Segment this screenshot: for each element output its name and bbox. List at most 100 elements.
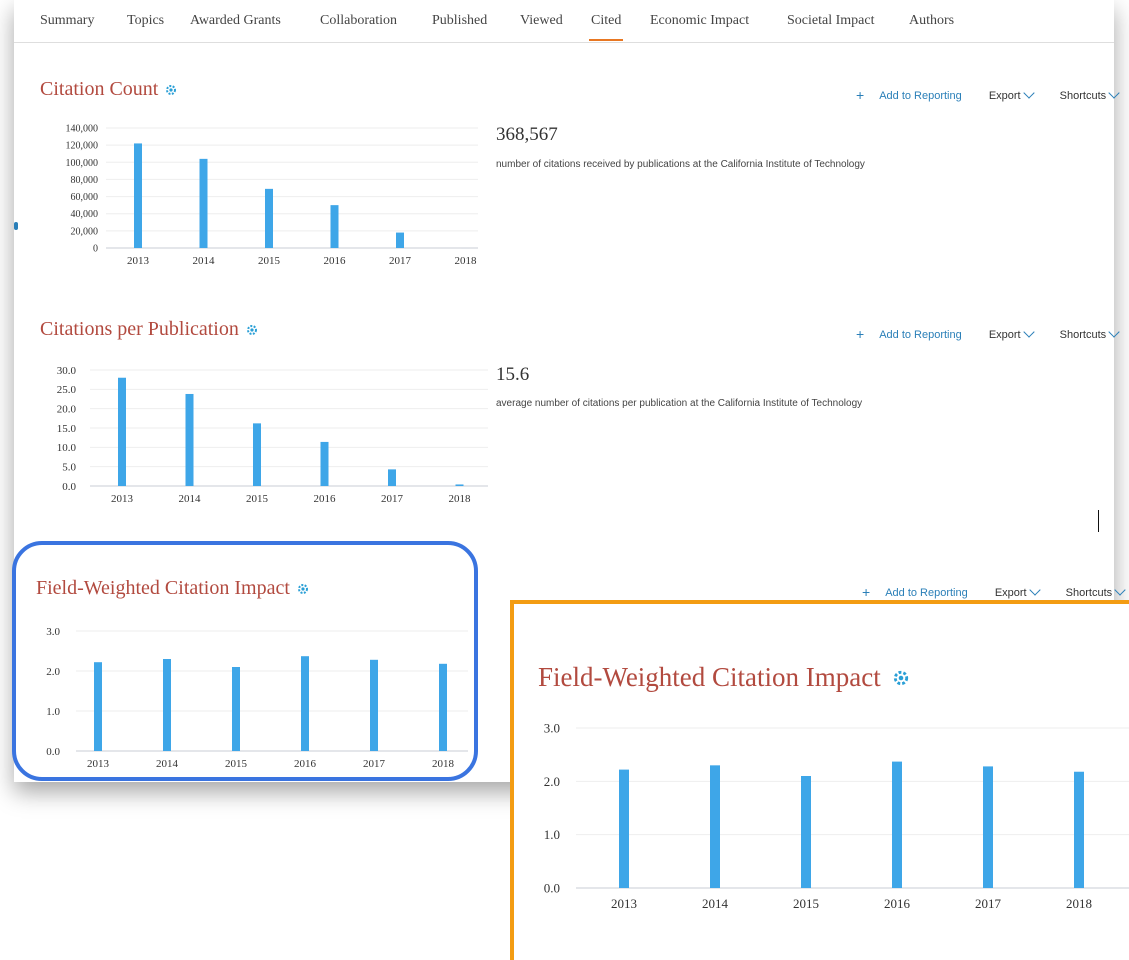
y-tick-label: 140,000 [66,124,99,135]
bar [370,660,378,751]
section-title-text: Field-Weighted Citation Impact [538,662,881,693]
tab-awarded-grants[interactable]: Awarded Grants [190,13,281,29]
tab-published[interactable]: Published [432,13,487,29]
x-tick-label: 2018 [455,255,478,267]
bar [396,233,404,248]
plus-icon: + [856,87,864,103]
tab-topics[interactable]: Topics [127,13,164,29]
bar [301,656,309,751]
bar [134,143,142,248]
export-label: Export [995,587,1027,599]
y-tick-label: 25.0 [57,384,77,396]
y-tick-label: 30.0 [57,365,77,377]
citations-per-publication-value: 15.6 [496,364,529,386]
gear-icon[interactable] [891,668,911,688]
x-tick-label: 2017 [381,493,404,505]
gear-icon[interactable] [245,323,259,337]
chevron-down-icon [1114,584,1125,595]
add-to-reporting-button[interactable]: +Add to Reporting [850,587,968,599]
x-tick-label: 2013 [111,493,134,505]
add-to-reporting-button[interactable]: + Add to Reporting [844,329,962,341]
bar [186,394,194,486]
bar [801,776,811,888]
x-tick-label: 2016 [324,255,347,267]
bar [710,765,720,888]
export-dropdown[interactable]: Export [977,90,1033,102]
plus-icon: + [856,326,864,342]
x-tick-label: 2016 [884,896,911,911]
citations-per-publication-actions: + Add to Reporting Export Shortcuts [832,326,1118,342]
fwci-chart: 0.01.02.03.0201320142015201620172018 [16,617,474,767]
fwci-title: Field-Weighted Citation Impact [36,577,310,600]
y-tick-label: 100,000 [66,158,99,169]
shortcuts-dropdown[interactable]: Shortcuts [1048,329,1118,341]
y-tick-label: 10.0 [57,442,77,454]
bar [619,770,629,888]
bar [439,664,447,751]
citation-count-title: Citation Count [40,78,178,101]
export-label: Export [989,90,1021,102]
tab-cited[interactable]: Cited [591,13,621,29]
y-tick-label: 120,000 [66,141,99,152]
tab-authors[interactable]: Authors [909,13,954,29]
y-tick-label: 3.0 [544,721,560,736]
x-tick-label: 2015 [258,255,281,267]
y-tick-label: 15.0 [57,423,77,435]
tab-economic-impact[interactable]: Economic Impact [650,13,749,29]
citation-count-value: 368,567 [496,124,558,146]
y-tick-label: 0.0 [62,481,76,493]
y-tick-label: 80,000 [71,175,99,186]
y-tick-label: 20.0 [57,404,77,416]
metric-tabs: Summary Topics Awarded Grants Collaborat… [14,0,1114,43]
x-tick-label: 2014 [179,493,202,505]
tab-summary[interactable]: Summary [40,13,94,29]
tab-viewed[interactable]: Viewed [520,13,563,29]
x-tick-label: 2013 [127,255,150,267]
x-tick-label: 2015 [225,758,248,767]
y-tick-label: 5.0 [62,462,76,474]
x-tick-label: 2017 [389,255,412,267]
bar [118,378,126,486]
x-tick-label: 2017 [975,896,1002,911]
citation-count-actions: +Add to Reporting Export Shortcuts [832,87,1118,103]
bar [200,159,208,248]
bar [321,442,329,486]
export-dropdown[interactable]: Export [977,329,1033,341]
y-tick-label: 3.0 [46,626,60,638]
bar [456,484,464,486]
x-tick-label: 2014 [193,255,216,267]
chevron-down-icon [1023,87,1034,98]
bar [265,189,273,248]
add-label: Add to Reporting [885,587,968,599]
citations-per-publication-title: Citations per Publication [40,318,259,341]
shortcuts-dropdown[interactable]: Shortcuts [1048,90,1118,102]
fwci-zoom-chart: 0.01.02.03.0201320142015201620172018 [514,714,1129,914]
tab-societal-impact[interactable]: Societal Impact [787,13,874,29]
shortcuts-label: Shortcuts [1066,587,1112,599]
gear-icon[interactable] [296,582,310,596]
shortcuts-label: Shortcuts [1060,90,1106,102]
section-title-text: Citation Count [40,78,158,101]
section-title-text: Citations per Publication [40,318,239,341]
add-label: Add to Reporting [879,329,962,341]
export-dropdown[interactable]: Export [983,587,1039,599]
collapse-handle[interactable] [14,222,18,230]
gear-icon[interactable] [164,83,178,97]
x-tick-label: 2016 [294,758,317,767]
x-tick-label: 2015 [246,493,269,505]
y-tick-label: 1.0 [46,706,60,718]
add-to-reporting-button[interactable]: +Add to Reporting [844,90,962,102]
shortcuts-dropdown[interactable]: Shortcuts [1054,587,1124,599]
x-tick-label: 2016 [314,493,337,505]
fwci-actions: +Add to Reporting Export Shortcuts [838,584,1124,600]
chevron-down-icon [1108,326,1119,337]
chevron-down-icon [1108,87,1119,98]
chevron-down-icon [1023,326,1034,337]
x-tick-label: 2013 [611,896,637,911]
tab-collaboration[interactable]: Collaboration [320,13,397,29]
x-tick-label: 2018 [432,758,455,767]
x-tick-label: 2013 [87,758,110,767]
fwci-zoom-title: Field-Weighted Citation Impact [538,662,911,693]
x-tick-label: 2017 [363,758,386,767]
x-tick-label: 2015 [793,896,819,911]
